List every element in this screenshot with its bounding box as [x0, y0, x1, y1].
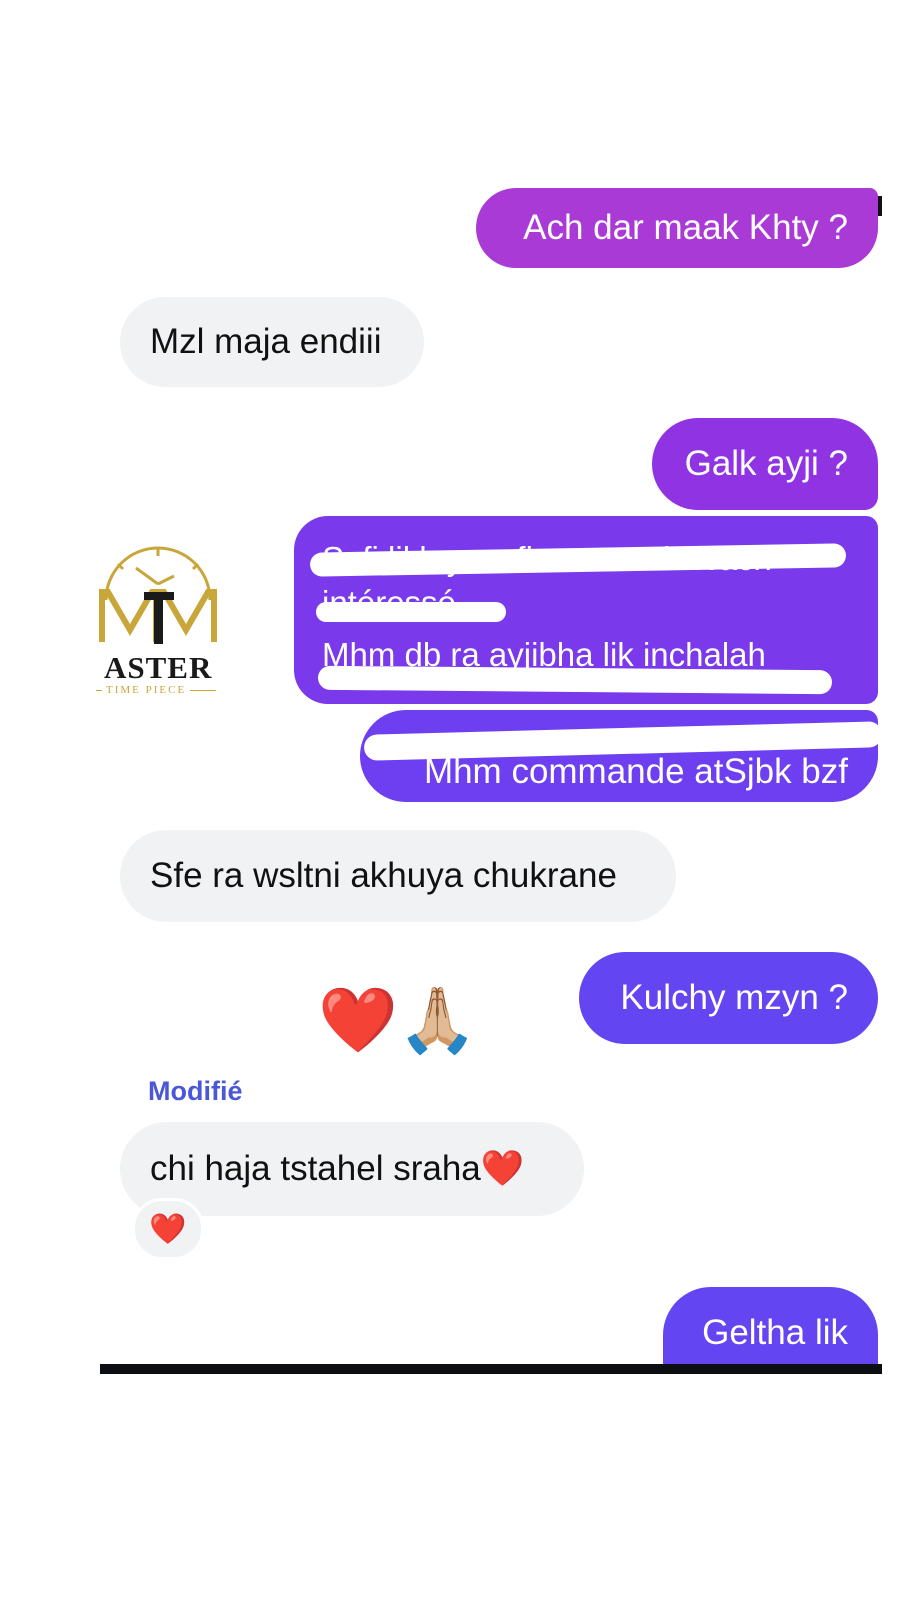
message-text: Mzl maja endiii: [150, 322, 382, 361]
logo-tagline: TIME PIECE: [106, 684, 187, 696]
screenshot-bottom-bar: [100, 1364, 882, 1372]
heart-reaction-icon[interactable]: ❤️: [132, 1198, 204, 1260]
message-text: Kulchy mzyn ?: [620, 978, 848, 1017]
message-text: Sfe ra wsltni akhuya chukrane: [150, 856, 617, 895]
message-outgoing[interactable]: Galk ayji ?: [652, 418, 878, 510]
message-text: Galk ayji ?: [684, 444, 848, 483]
message-outgoing[interactable]: Kulchy mzyn ?: [579, 952, 878, 1044]
message-text: Geltha lik: [702, 1313, 848, 1352]
screenshot-edge: [878, 196, 882, 216]
divider: [96, 689, 102, 691]
message-text: Ach dar maak Khty ?: [523, 208, 848, 247]
redaction-scribble: [317, 665, 833, 695]
watermark-logo: ASTER TIME PIECE: [96, 540, 220, 700]
message-text: Mhm commande atSjbk bzf: [423, 752, 848, 791]
logo-wordmark: ASTER: [104, 650, 213, 685]
message-incoming[interactable]: Sfe ra wsltni akhuya chukrane: [120, 830, 676, 922]
message-outgoing[interactable]: Geltha lik: [663, 1287, 878, 1369]
divider: [190, 689, 217, 691]
redaction-scribble: [316, 602, 506, 622]
message-incoming[interactable]: Mzl maja endiii: [120, 297, 424, 387]
emoji-message[interactable]: ❤️🙏🏼: [318, 980, 477, 1060]
message-outgoing[interactable]: Ach dar maak Khty ?: [476, 188, 878, 268]
edited-label: Modifié: [148, 1076, 243, 1106]
message-text: chi haja tstahel sraha❤️: [150, 1149, 525, 1188]
logo-tagline-row: TIME PIECE: [96, 683, 220, 697]
